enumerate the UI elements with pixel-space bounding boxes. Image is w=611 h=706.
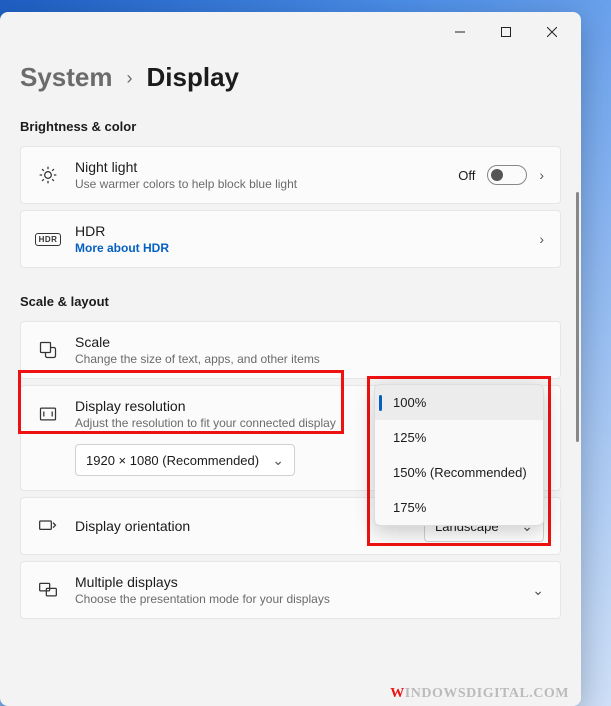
hdr-title: HDR (75, 223, 523, 239)
scale-icon (37, 340, 59, 360)
breadcrumb-parent[interactable]: System (20, 62, 113, 93)
night-light-state: Off (458, 168, 475, 183)
content-area: System › Display Brightness & color Nigh… (0, 52, 581, 706)
maximize-button[interactable] (483, 16, 529, 48)
section-brightness-label: Brightness & color (20, 119, 561, 134)
section-scale-layout-label: Scale & layout (20, 294, 561, 309)
chevron-down-icon: ⌄ (272, 452, 284, 469)
chevron-down-icon: ⌄ (532, 582, 544, 599)
scrollbar[interactable] (576, 192, 579, 442)
chevron-right-icon: › (539, 167, 544, 183)
hdr-icon: HDR (37, 233, 59, 246)
scale-option-175[interactable]: 175% (375, 490, 543, 525)
orientation-icon (37, 516, 59, 536)
hdr-row[interactable]: HDR HDR More about HDR › (20, 210, 561, 268)
settings-window: System › Display Brightness & color Nigh… (0, 12, 581, 706)
scale-desc: Change the size of text, apps, and other… (75, 352, 544, 366)
page-title: Display (147, 62, 240, 93)
chevron-right-icon: › (127, 68, 133, 89)
hdr-link[interactable]: More about HDR (75, 241, 523, 255)
close-button[interactable] (529, 16, 575, 48)
orientation-title: Display orientation (75, 518, 408, 534)
sun-icon (37, 165, 59, 185)
multiple-displays-icon (37, 580, 59, 600)
scale-title: Scale (75, 334, 544, 350)
resolution-value: 1920 × 1080 (Recommended) (86, 453, 259, 468)
scale-option-125[interactable]: 125% (375, 420, 543, 455)
resolution-select[interactable]: 1920 × 1080 (Recommended) ⌄ (75, 444, 295, 476)
scale-dropdown: 100% 125% 150% (Recommended) 175% (374, 384, 544, 526)
multiple-displays-title: Multiple displays (75, 574, 516, 590)
watermark: WINDOWSDIGITAL.COM (390, 686, 569, 702)
resolution-icon (37, 404, 59, 424)
night-light-toggle[interactable] (487, 165, 527, 185)
scale-row[interactable]: Scale Change the size of text, apps, and… (20, 321, 561, 379)
chevron-right-icon: › (539, 231, 544, 247)
scale-option-150[interactable]: 150% (Recommended) (375, 455, 543, 490)
scale-option-100[interactable]: 100% (375, 385, 543, 420)
multiple-displays-desc: Choose the presentation mode for your di… (75, 592, 516, 606)
night-light-title: Night light (75, 159, 442, 175)
multiple-displays-row[interactable]: Multiple displays Choose the presentatio… (20, 561, 561, 619)
minimize-button[interactable] (437, 16, 483, 48)
titlebar (0, 12, 581, 52)
breadcrumb: System › Display (20, 62, 561, 93)
night-light-desc: Use warmer colors to help block blue lig… (75, 177, 442, 191)
night-light-row[interactable]: Night light Use warmer colors to help bl… (20, 146, 561, 204)
